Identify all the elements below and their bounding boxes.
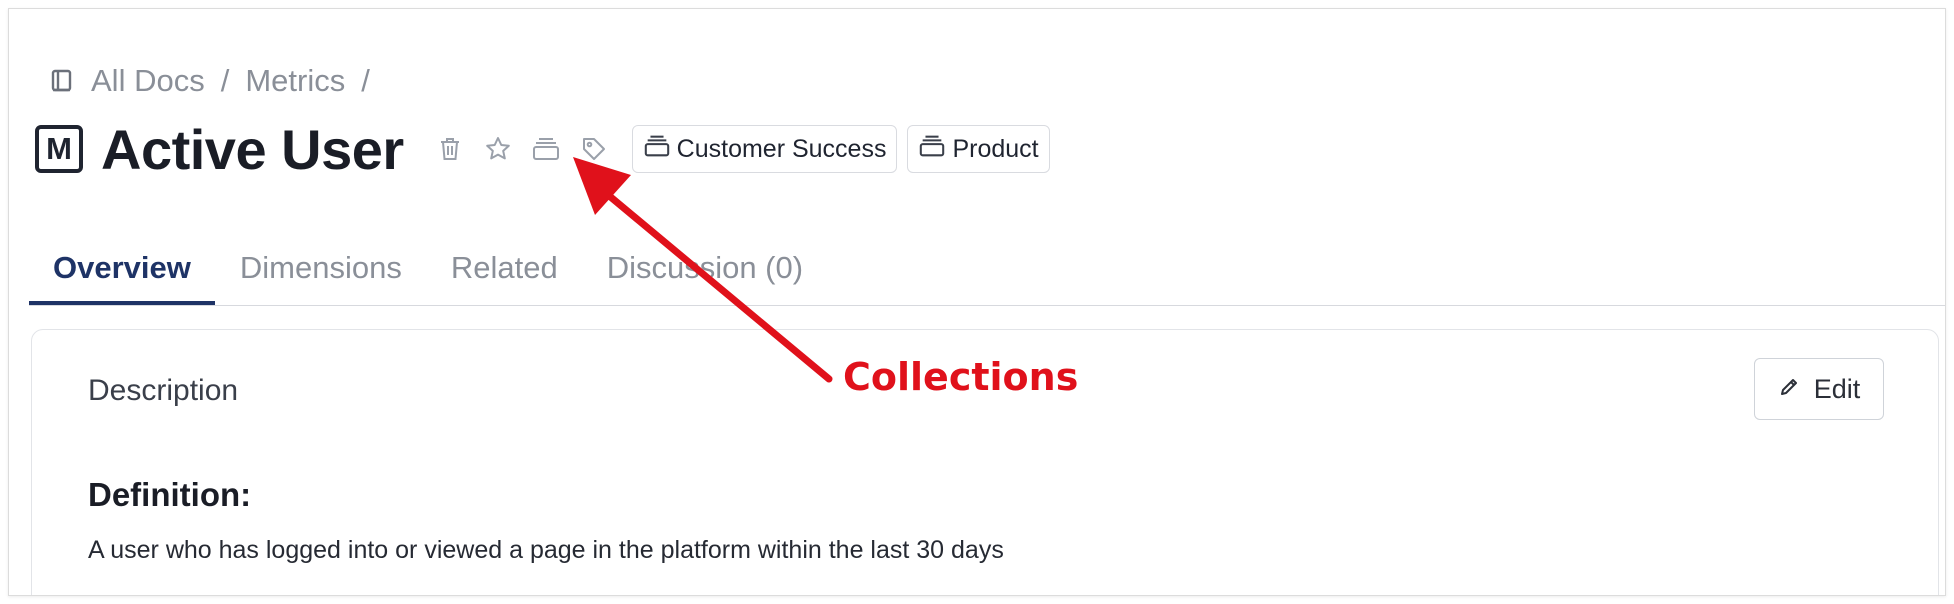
description-heading: Description: [88, 374, 239, 407]
page-frame: All Docs / Metrics / M Active User Custo…: [8, 8, 1946, 596]
breadcrumb: All Docs / Metrics /: [49, 61, 370, 101]
metric-type-icon: M: [35, 125, 83, 173]
collection-chip-product[interactable]: Product: [907, 125, 1050, 173]
tab-bar: Overview Dimensions Related Discussion (…: [29, 233, 1945, 306]
tag-icon[interactable]: [574, 129, 614, 169]
breadcrumb-item-all-docs[interactable]: All Docs: [91, 63, 205, 99]
definition-title: Definition:: [88, 476, 252, 513]
collection-chip-customer-success[interactable]: Customer Success: [631, 125, 898, 173]
edit-button-label: Edit: [1813, 373, 1861, 404]
tab-overview[interactable]: Overview: [29, 233, 215, 305]
annotation-label: Collections: [843, 355, 1079, 399]
breadcrumb-item-metrics[interactable]: Metrics: [245, 63, 345, 99]
page-title: Active User: [101, 117, 404, 181]
book-icon: [49, 68, 75, 94]
title-row: M Active User Customer Success Product: [35, 111, 1050, 187]
collection-icon[interactable]: [526, 129, 566, 169]
collection-chip-label: Product: [952, 134, 1039, 163]
pencil-icon: [1778, 374, 1800, 405]
tab-dimensions[interactable]: Dimensions: [216, 233, 426, 305]
definition-text: A user who has logged into or viewed a p…: [88, 536, 1004, 564]
tab-related[interactable]: Related: [427, 233, 582, 305]
star-icon[interactable]: [478, 129, 518, 169]
breadcrumb-separator: /: [220, 63, 230, 98]
breadcrumb-separator: /: [361, 63, 370, 98]
collection-icon: [918, 133, 946, 166]
trash-icon[interactable]: [430, 129, 470, 169]
tab-discussion[interactable]: Discussion (0): [583, 233, 827, 305]
collection-icon: [643, 133, 671, 166]
collection-chip-label: Customer Success: [676, 134, 887, 163]
edit-button[interactable]: Edit: [1754, 358, 1884, 420]
